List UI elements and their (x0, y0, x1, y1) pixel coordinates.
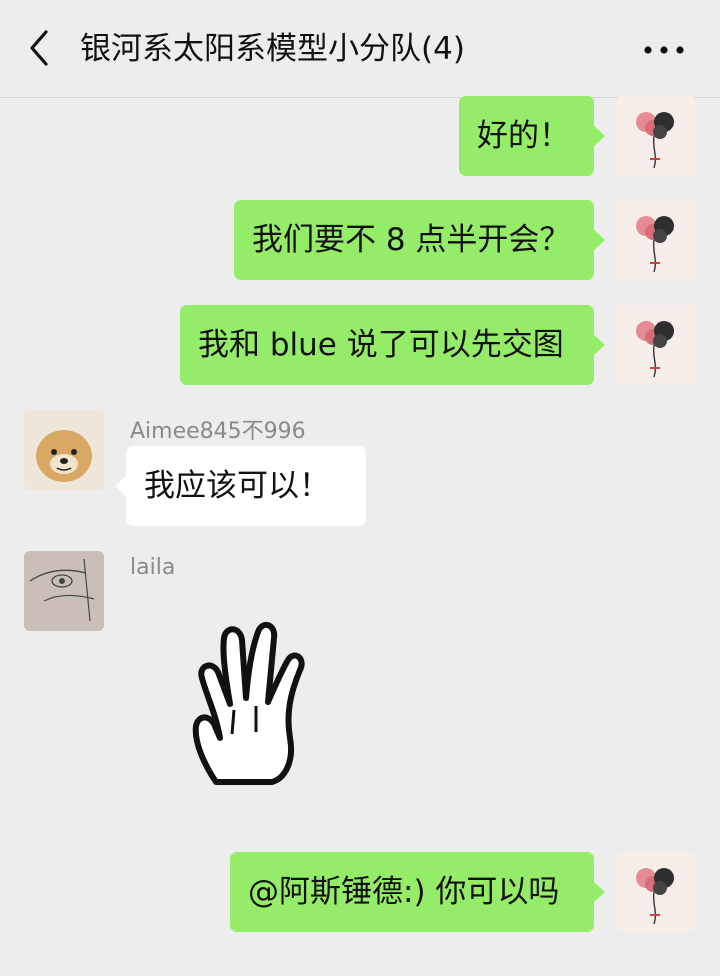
chevron-left-icon (30, 30, 48, 66)
waving-hand-sticker-icon (192, 621, 305, 785)
sticker-message[interactable] (186, 614, 306, 790)
chat-title: 银河系太阳系模型小分队(4) (80, 31, 465, 67)
message-bubble-self[interactable]: 好的！ (459, 96, 605, 176)
more-dots-icon (644, 46, 684, 54)
self-avatar[interactable] (616, 96, 696, 176)
flower-avatar-icon (616, 96, 696, 176)
flower-avatar-icon (616, 852, 696, 932)
message-bubble-self[interactable]: 我和 blue 说了可以先交图 (180, 305, 605, 385)
member-avatar-aimee[interactable] (24, 410, 104, 490)
sender-name: laila (130, 555, 176, 580)
self-avatar[interactable] (616, 305, 696, 385)
self-avatar[interactable] (616, 852, 696, 932)
sketch-avatar-icon (24, 551, 104, 631)
back-button[interactable] (22, 26, 62, 70)
flower-avatar-icon (616, 200, 696, 280)
member-avatar-laila[interactable] (24, 551, 104, 631)
sender-name: Aimee845不996 (130, 419, 306, 444)
message-bubble-self[interactable]: @阿斯锤德:) 你可以吗 (230, 852, 605, 932)
flower-avatar-icon (616, 305, 696, 385)
dog-avatar-icon (24, 410, 104, 490)
chat-header: 银河系太阳系模型小分队(4) (0, 0, 720, 98)
self-avatar[interactable] (616, 200, 696, 280)
message-bubble-other[interactable]: 我应该可以！ (115, 446, 366, 526)
more-options-button[interactable] (640, 30, 688, 70)
message-bubble-self[interactable]: 我们要不 8 点半开会？ (234, 200, 605, 280)
